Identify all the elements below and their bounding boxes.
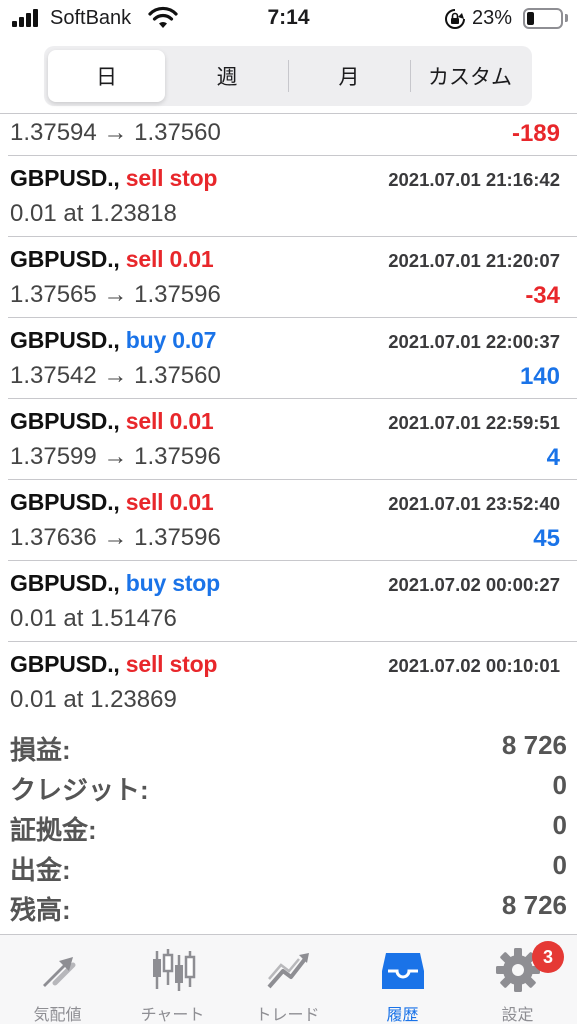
trade-prices: 1.37599 → 1.37596 <box>10 443 221 470</box>
trade-row[interactable]: GBPUSD., sell 0.01 2021.07.01 22:59:51 1.3… <box>8 399 577 480</box>
trade-symbol: GBPUSD., sell 0.01 <box>10 489 214 516</box>
trade-row[interactable]: GBPUSD., sell stop 2021.07.01 21:16:42 0.0… <box>8 156 577 237</box>
trade-symbol: GBPUSD., sell 0.01 <box>10 246 214 273</box>
tab-settings-label: 設定 <box>501 1007 534 1024</box>
trade-time: 2021.07.01 22:59:51 <box>388 412 560 433</box>
status-bar: SoftBank 7:14 23% <box>0 0 577 40</box>
symbol-name: GBPUSD., <box>10 327 126 353</box>
trade-symbol: GBPUSD., buy 0.07 <box>10 327 216 354</box>
trade-row[interactable]: GBPUSD., buy 0.07 2021.07.01 22:00:37 1.37… <box>8 318 577 399</box>
tab-trade[interactable]: トレード <box>230 935 345 1024</box>
trade-rows: 1.37594 → 1.37560 -189 GBPUSD., sell stop 2… <box>0 114 577 718</box>
trade-symbol: GBPUSD., buy stop <box>10 570 220 597</box>
summary-label: クレジット: <box>10 775 149 805</box>
trade-profit: 140 <box>519 363 560 390</box>
summary-row: 証拠金: 0 <box>10 807 567 847</box>
symbol-name: GBPUSD., <box>10 651 126 677</box>
trade-profit: -189 <box>511 120 560 147</box>
trade-history-list[interactable]: 1.37594 → 1.37560 -189 GBPUSD., sell stop 2… <box>0 113 577 718</box>
trade-type: sell stop <box>125 651 218 677</box>
battery-tip <box>565 14 568 22</box>
trade-type: buy 0.07 <box>125 327 217 353</box>
summary-label: 残高: <box>10 895 71 925</box>
summary-row: 残高: 8 726 <box>10 887 567 927</box>
trade-profit: 4 <box>546 444 560 471</box>
tab-trade-label: トレード <box>255 1007 320 1024</box>
trade-type: sell 0.01 <box>125 408 214 434</box>
trade-row[interactable]: GBPUSD., sell 0.01 2021.07.01 21:20:07 1.3… <box>8 237 577 318</box>
chart-icon <box>152 949 195 991</box>
quotes-icon <box>42 957 75 987</box>
trade-symbol: GBPUSD., sell stop <box>10 165 217 192</box>
summary-label: 証拠金: <box>10 815 97 845</box>
trade-prices: 1.37542 → 1.37560 <box>10 362 221 389</box>
trade-time: 2021.07.02 00:10:01 <box>388 655 560 676</box>
trade-icon <box>266 953 309 989</box>
summary-value: 0 <box>552 770 567 800</box>
trade-type: buy stop <box>125 570 221 596</box>
history-icon <box>381 953 424 989</box>
trade-time: 2021.07.01 21:16:42 <box>388 169 560 190</box>
bottom-tab-bar: 気配値 チャート トレード 履歴 設定 <box>0 934 577 1024</box>
rotation-lock-icon <box>445 9 465 29</box>
tab-history-label: 履歴 <box>386 1007 419 1024</box>
trade-profit: 45 <box>533 525 560 552</box>
summary-row: クレジット: 0 <box>10 767 567 807</box>
trade-profit: -34 <box>525 282 560 309</box>
symbol-name: GBPUSD., <box>10 408 126 434</box>
symbol-name: GBPUSD., <box>10 570 126 596</box>
summary-label: 損益: <box>10 735 71 765</box>
summary-value: 0 <box>552 810 567 840</box>
tab-week[interactable]: 週 <box>167 50 287 102</box>
trade-type: sell stop <box>125 165 218 191</box>
tab-custom[interactable]: カスタム <box>411 50 529 102</box>
symbol-name: GBPUSD., <box>10 246 126 272</box>
symbol-name: GBPUSD., <box>10 165 126 191</box>
trade-prices: 0.01 at 1.23869 <box>10 686 177 713</box>
trade-row[interactable]: GBPUSD., sell stop 2021.07.02 00:10:01 0.0… <box>8 642 577 718</box>
trade-time: 2021.07.02 00:00:27 <box>388 574 560 595</box>
trade-prices: 1.37636 → 1.37596 <box>10 524 221 551</box>
trade-type: sell 0.01 <box>125 489 214 515</box>
trade-row[interactable]: GBPUSD., sell 0.01 2021.07.01 23:52:40 1.3… <box>8 480 577 561</box>
tab-quotes[interactable]: 気配値 <box>0 935 115 1024</box>
battery-icon <box>523 8 563 29</box>
summary-value: 8 726 <box>501 890 567 920</box>
trade-time: 2021.07.01 23:52:40 <box>388 493 560 514</box>
account-summary: 損益: 8 726 クレジット: 0 証拠金: 0 出金: 0 残高: 8 726 <box>10 727 567 927</box>
tab-history[interactable]: 履歴 <box>345 935 460 1024</box>
tab-month[interactable]: 月 <box>289 50 409 102</box>
trade-type: sell 0.01 <box>125 246 214 272</box>
summary-value: 0 <box>552 850 567 880</box>
trade-time: 2021.07.01 21:20:07 <box>388 250 560 271</box>
summary-value: 8 726 <box>501 730 567 760</box>
trade-row[interactable]: 1.37594 → 1.37560 -189 <box>8 114 577 156</box>
summary-row: 出金: 0 <box>10 847 567 887</box>
trade-symbol: GBPUSD., sell stop <box>10 651 217 678</box>
trade-time: 2021.07.01 22:00:37 <box>388 331 560 352</box>
tab-day[interactable]: 日 <box>48 50 165 102</box>
tab-chart-label: チャート <box>140 1007 205 1024</box>
trade-prices: 0.01 at 1.51476 <box>10 605 177 632</box>
symbol-name: GBPUSD., <box>10 489 126 515</box>
settings-notification-badge: 3 <box>532 941 564 973</box>
trade-symbol: GBPUSD., sell 0.01 <box>10 408 214 435</box>
trade-prices: 1.37594 → 1.37560 <box>10 119 221 146</box>
period-segmented-control: 日 週 月 カスタム <box>44 46 532 106</box>
summary-label: 出金: <box>10 855 71 885</box>
trade-prices: 0.01 at 1.23818 <box>10 200 177 227</box>
trade-row[interactable]: GBPUSD., buy stop 2021.07.02 00:00:27 0.01… <box>8 561 577 642</box>
tab-chart[interactable]: チャート <box>115 935 230 1024</box>
trade-prices: 1.37565 → 1.37596 <box>10 281 221 308</box>
summary-row: 損益: 8 726 <box>10 727 567 767</box>
battery-percentage: 23% <box>472 7 513 29</box>
tab-quotes-label: 気配値 <box>33 1007 82 1024</box>
